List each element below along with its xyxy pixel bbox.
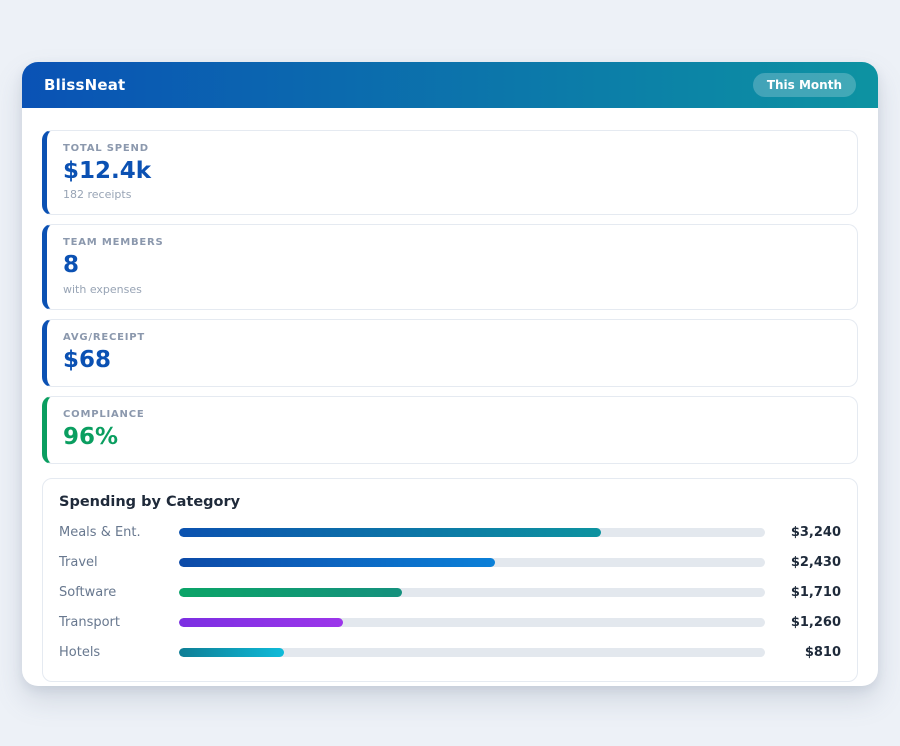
stat-label: TOTAL SPEND [63, 143, 841, 154]
category-label: Meals & Ent. [59, 525, 179, 540]
stat-label: TEAM MEMBERS [63, 237, 841, 248]
stats-list: TOTAL SPEND $12.4k 182 receipts TEAM MEMBER… [42, 130, 858, 464]
chart-row-meals-ent-: Meals & Ent. $3,240 [59, 525, 841, 540]
app-header: BlissNeat This Month [22, 62, 878, 108]
app-title: BlissNeat [44, 76, 125, 94]
chart-row-travel: Travel $2,430 [59, 555, 841, 570]
category-value: $1,260 [765, 615, 841, 630]
stat-value: 8 [63, 253, 841, 278]
stat-sublabel: with expenses [63, 283, 841, 296]
stat-label: COMPLIANCE [63, 409, 841, 420]
chart-title: Spending by Category [59, 494, 841, 510]
stat-value: $68 [63, 348, 841, 373]
category-value: $810 [765, 645, 841, 660]
bar-track [179, 618, 765, 627]
category-label: Hotels [59, 645, 179, 660]
bar-fill [179, 588, 402, 597]
category-value: $1,710 [765, 585, 841, 600]
stat-card-team-members: TEAM MEMBERS 8 with expenses [42, 224, 858, 309]
stat-sublabel: 182 receipts [63, 188, 841, 201]
category-label: Software [59, 585, 179, 600]
stat-label: AVG/RECEIPT [63, 332, 841, 343]
chart-row-transport: Transport $1,260 [59, 615, 841, 630]
chart-rows: Meals & Ent. $3,240 Travel $2,430 Software $1… [59, 525, 841, 660]
stat-value: $12.4k [63, 159, 841, 184]
chart-row-hotels: Hotels $810 [59, 645, 841, 660]
bar-fill [179, 528, 601, 537]
spending-chart-card: Spending by Category Meals & Ent. $3,240 T… [42, 478, 858, 682]
chart-row-software: Software $1,710 [59, 585, 841, 600]
category-value: $2,430 [765, 555, 841, 570]
period-badge[interactable]: This Month [753, 73, 856, 97]
bar-fill [179, 648, 284, 657]
bar-track [179, 648, 765, 657]
bar-track [179, 588, 765, 597]
category-label: Transport [59, 615, 179, 630]
bar-fill [179, 558, 495, 567]
stat-card-compliance: COMPLIANCE 96% [42, 396, 858, 464]
dashboard-content: TOTAL SPEND $12.4k 182 receipts TEAM MEMBER… [22, 108, 878, 682]
stat-card-total-spend: TOTAL SPEND $12.4k 182 receipts [42, 130, 858, 215]
stat-value: 96% [63, 425, 841, 450]
bar-fill [179, 618, 343, 627]
bar-track [179, 528, 765, 537]
dashboard-card: BlissNeat This Month TOTAL SPEND $12.4k 18… [22, 62, 878, 686]
stat-card-avg-receipt: AVG/RECEIPT $68 [42, 319, 858, 387]
category-label: Travel [59, 555, 179, 570]
category-value: $3,240 [765, 525, 841, 540]
bar-track [179, 558, 765, 567]
